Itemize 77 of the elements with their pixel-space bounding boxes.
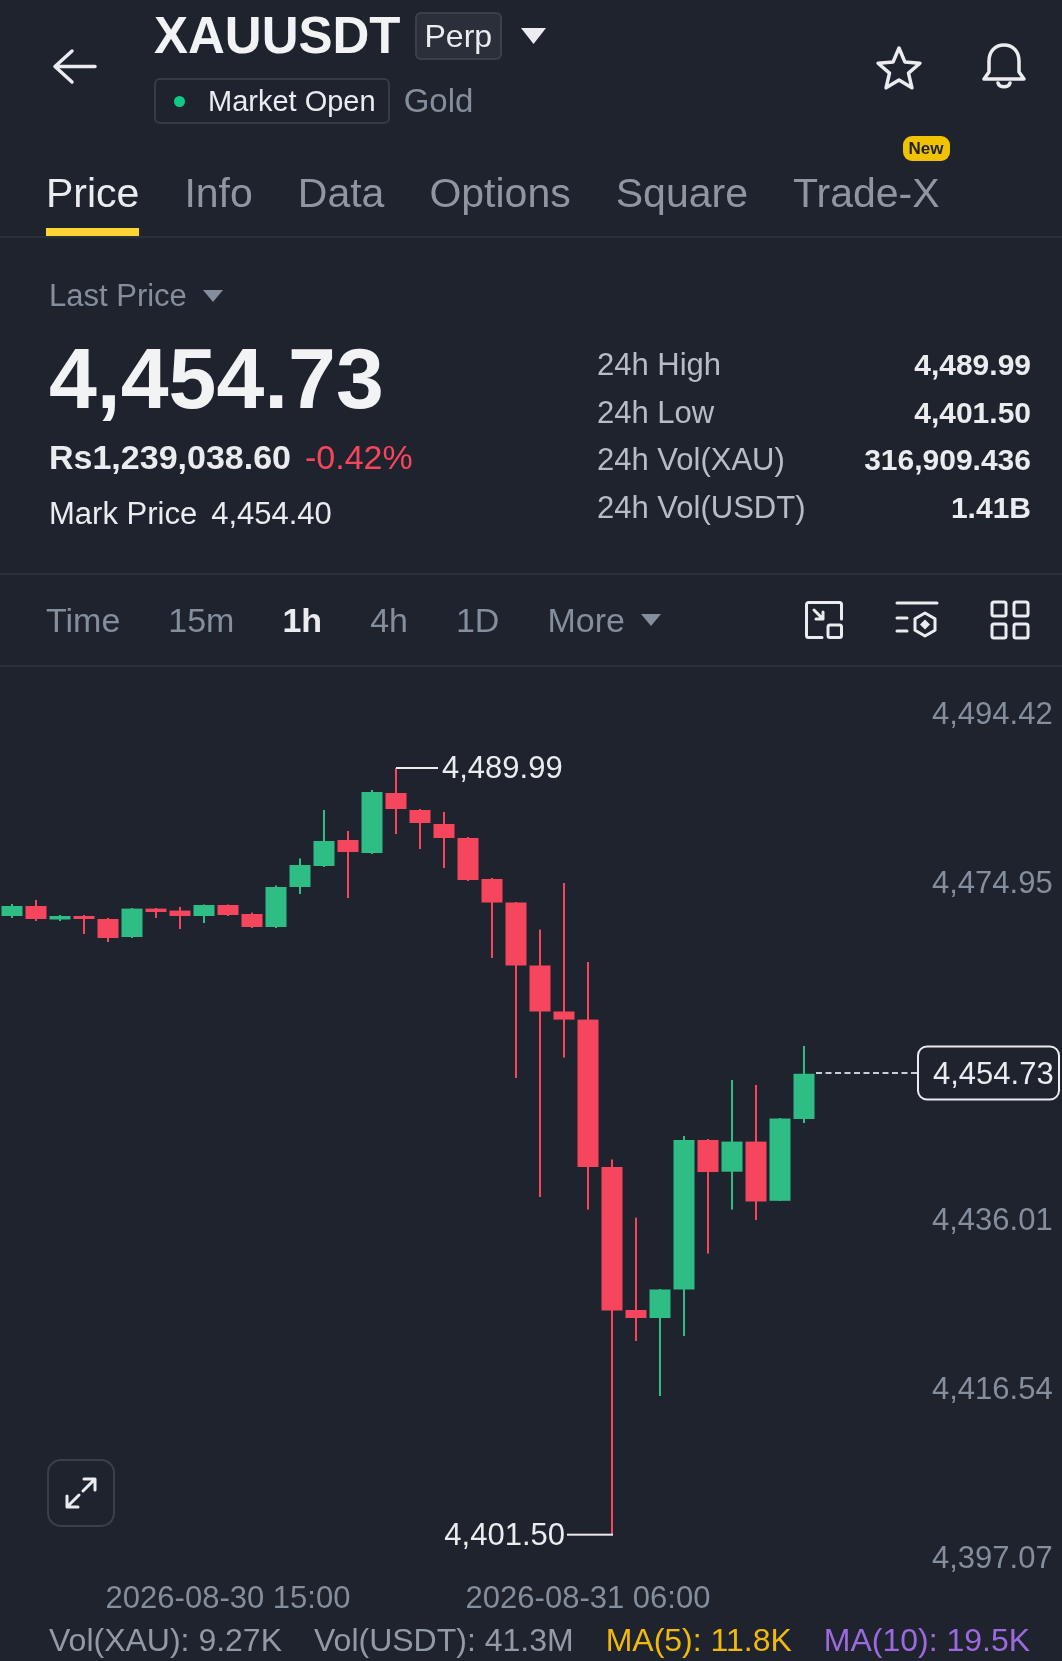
stat-label: 24h Vol(XAU): [597, 441, 786, 479]
leader-line: [567, 1533, 613, 1536]
price-type-dropdown[interactable]: Last Price: [49, 276, 223, 316]
window-arrow-icon[interactable]: [804, 600, 844, 640]
low-price-label: 4,401.50: [444, 1516, 565, 1553]
time-axis-label: 2026-08-31 06:00: [465, 1580, 711, 1616]
stat-value: 1.41B: [950, 489, 1031, 526]
stat-value: 4,489.99: [914, 347, 1031, 383]
stat-label: 24h High: [597, 346, 723, 384]
time-axis-label: 2026-08-30 15:00: [105, 1580, 351, 1616]
price-axis-label: 4,474.95: [932, 864, 1053, 901]
symbol-title: XAUUSDT: [154, 12, 401, 60]
volume-legend-text: Vol(USDT): 41.3M: [314, 1621, 574, 1660]
bullish-candle: [121, 908, 143, 938]
bearish-candle: [457, 837, 479, 881]
mark-price-value: 4,454.40: [211, 496, 332, 532]
tab[interactable]: Data: [297, 130, 385, 236]
price-axis-label: 4,416.54: [932, 1370, 1053, 1407]
current-price-label: 4,454.73: [917, 1046, 1060, 1101]
last-price: 4,454.73: [49, 335, 384, 421]
bullish-candle: [289, 858, 311, 894]
caret-icon[interactable]: [521, 28, 547, 44]
bullish-candle: [193, 904, 215, 923]
price-axis-label: 4,494.42: [932, 696, 1053, 733]
asset-name: Gold: [403, 81, 474, 121]
bullish-candle: [1, 904, 23, 918]
interval-tab[interactable]: 15m: [168, 600, 235, 640]
expand-icon: [64, 1476, 98, 1510]
bearish-candle: [73, 915, 95, 934]
bearish-candle: [217, 904, 239, 916]
stat-label: 24h Low: [597, 393, 716, 432]
expand-button[interactable]: [47, 1459, 115, 1527]
tab[interactable]: Options: [429, 130, 571, 236]
bullish-candle: [313, 810, 335, 867]
new-badge: New: [902, 136, 950, 161]
stat-label: 24h Vol(USDT): [597, 488, 806, 527]
bullish-candle: [265, 885, 287, 928]
bearish-candle: [25, 900, 47, 921]
star-icon[interactable]: [874, 44, 924, 92]
volume-legend-text: MA(10): 19.5K: [823, 1621, 1031, 1660]
fiat-price: Rs1,239,038.60: [49, 437, 291, 477]
high-price-label: 4,489.99: [442, 750, 563, 786]
leader-line: [396, 767, 438, 769]
back-arrow-icon[interactable]: [51, 48, 98, 85]
interval-tab[interactable]: 1D: [455, 600, 500, 640]
interval-tab[interactable]: More: [547, 600, 661, 640]
stat-value: 4,401.50: [914, 394, 1031, 431]
bullish-candle: [49, 915, 71, 921]
list-hexagon-icon[interactable]: [895, 600, 939, 640]
caret-icon: [640, 614, 661, 626]
volume-legend-text: MA(5): 11.8K: [605, 1621, 792, 1660]
bearish-candle: [385, 768, 407, 834]
volume-legend-text: Vol(XAU): 9.27K: [49, 1621, 282, 1660]
mark-price-label: Mark Price: [49, 496, 198, 532]
bearish-candle: [97, 918, 119, 942]
caret-icon: [202, 290, 223, 302]
bearish-candle: [337, 831, 359, 898]
interval-tab[interactable]: 4h: [370, 600, 408, 640]
bullish-candle: [361, 790, 383, 854]
tab[interactable]: Info: [184, 130, 253, 236]
interval-tab[interactable]: 1h: [282, 600, 323, 640]
price-axis-label: 4,397.07: [932, 1539, 1053, 1576]
bearish-candle: [169, 907, 191, 929]
market-status-label: Market Open: [208, 84, 376, 119]
interval-tab[interactable]: Time: [46, 600, 121, 640]
price-change: -0.42%: [305, 437, 413, 477]
bearish-candle: [241, 912, 263, 928]
bearish-candle: [433, 812, 455, 868]
tab[interactable]: Square: [615, 130, 748, 236]
tab[interactable]: Price: [46, 130, 140, 236]
bearish-candle: [409, 809, 431, 849]
grid-icon[interactable]: [990, 600, 1030, 640]
contract-badge: Perp: [414, 12, 503, 60]
bell-icon[interactable]: [979, 41, 1029, 91]
bearish-candle: [145, 908, 167, 918]
stat-value: 316,909.436: [864, 442, 1031, 478]
price-axis-label: 4,436.01: [932, 1202, 1053, 1239]
